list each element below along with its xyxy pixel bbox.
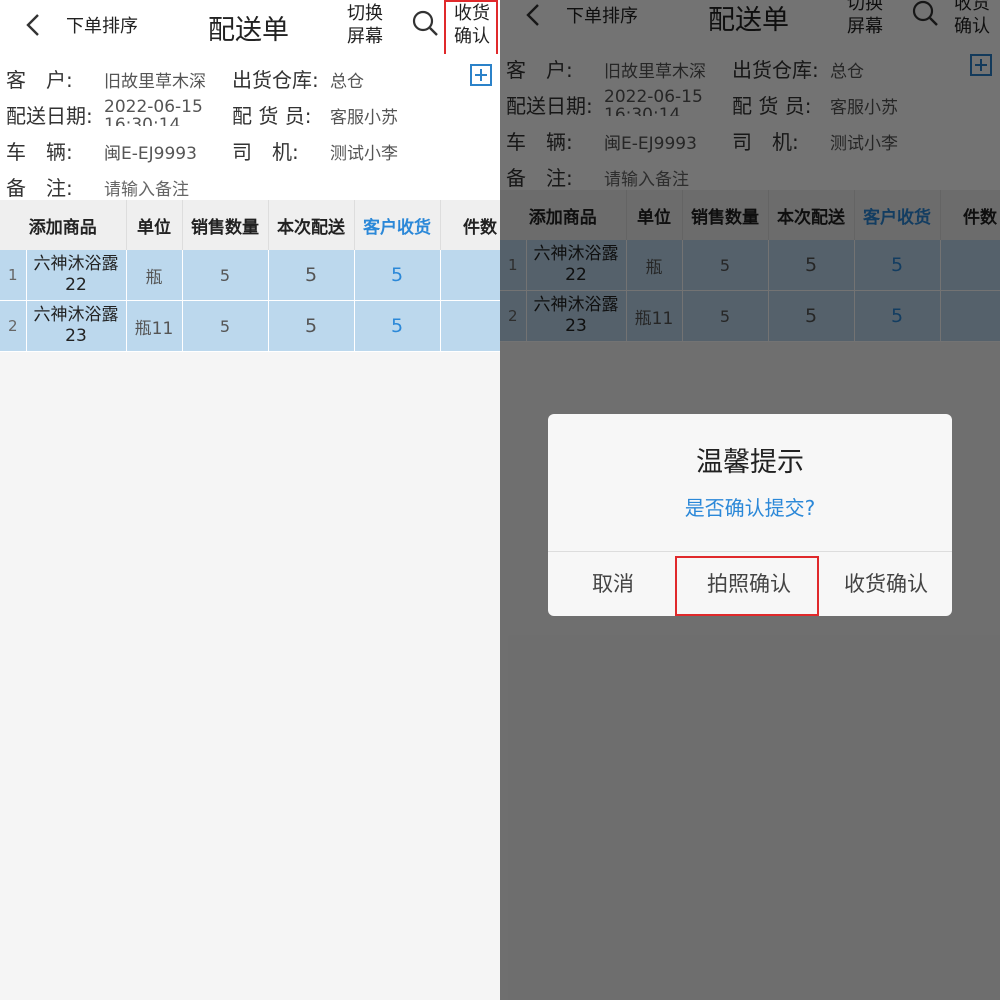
goods-name-line1: 六神沐浴露	[33, 254, 119, 274]
confirm-dialog: 温馨提示 是否确认提交? 取消 拍照确认 收货确认	[548, 414, 952, 616]
customer-value[interactable]: 旧故里草木深	[104, 67, 206, 92]
header-delivery-qty: 本次配送	[268, 200, 355, 250]
received-qty-cell[interactable]: 5	[354, 300, 441, 352]
switch-screen-button[interactable]: 切换 屏幕	[343, 2, 387, 48]
cancel-button[interactable]: 取消	[548, 552, 678, 616]
table-row[interactable]: 1 六神沐浴露22 瓶 5 5 5 5/	[0, 250, 500, 301]
screen-right: 下单排序 配送单 切换 屏幕 收货 确认 客 户: 旧故里草木深 出货仓库: 总…	[500, 0, 1000, 1000]
delivery-qty-cell[interactable]: 5	[268, 300, 355, 352]
goods-name: 六神沐浴露23	[26, 300, 127, 352]
header-add-goods[interactable]: 添加商品	[0, 200, 127, 250]
page-title: 配送单	[208, 15, 289, 46]
highlight-box-photo-confirm	[675, 556, 819, 616]
customer-label: 客 户:	[6, 68, 73, 92]
nav-bar: 下单排序 配送单 切换 屏幕 收货 确认	[0, 0, 500, 62]
switch-screen-line2: 屏幕	[347, 26, 383, 47]
vehicle-label: 车 辆:	[6, 140, 73, 164]
unit-cell: 瓶11	[126, 300, 183, 352]
row-index: 2	[0, 300, 27, 352]
table-header-row: 添加商品 单位 销售数量 本次配送 客户收货 件数	[0, 200, 500, 250]
pieces-cell: 5/	[440, 300, 500, 352]
warehouse-value[interactable]: 总仓	[330, 67, 364, 92]
received-qty-cell[interactable]: 5	[354, 250, 441, 301]
unit-cell: 瓶	[126, 250, 183, 301]
goods-name-line2: 22	[65, 275, 87, 295]
remark-input[interactable]: 请输入备注	[104, 175, 189, 200]
canvas: 下单排序 配送单 切换 屏幕 收货 确认 客 户: 旧故里草木深 出货仓库: 总…	[0, 0, 1000, 1000]
date-value[interactable]: 2022-06-15 16:30:14	[104, 98, 203, 126]
pieces-cell: 5/	[440, 250, 500, 301]
receive-confirm-dialog-button[interactable]: 收货确认	[820, 552, 952, 616]
date-label: 配送日期:	[6, 104, 93, 128]
date-value-line2: 16:30:14	[104, 115, 181, 126]
dialog-message: 是否确认提交?	[684, 496, 816, 520]
dialog-title: 温馨提示	[696, 447, 804, 478]
date-value-line1: 2022-06-15	[104, 98, 203, 117]
plus-icon[interactable]	[470, 64, 492, 86]
goods-name-line2: 23	[65, 326, 87, 346]
sort-order-button[interactable]: 下单排序	[66, 12, 138, 38]
dispatcher-value[interactable]: 客服小苏	[330, 103, 398, 128]
chevron-left-icon[interactable]	[20, 10, 46, 40]
row-index: 1	[0, 250, 27, 301]
dispatcher-label: 配 货 员:	[232, 104, 312, 128]
search-icon[interactable]	[410, 8, 440, 38]
switch-screen-line1: 切换	[347, 3, 383, 24]
delivery-sheet: 下单排序 配送单 切换 屏幕 收货 确认 客 户: 旧故里草木深 出货仓库: 总…	[0, 0, 500, 1000]
header-sales-qty: 销售数量	[182, 200, 269, 250]
header-received-qty: 客户收货	[354, 200, 441, 250]
order-info: 客 户: 旧故里草木深 出货仓库: 总仓 配送日期: 2022-06-15 16…	[0, 54, 500, 200]
screen-left: 下单排序 配送单 切换 屏幕 收货 确认 客 户: 旧故里草木深 出货仓库: 总…	[0, 0, 500, 1000]
driver-label: 司 机:	[232, 140, 299, 164]
delivery-qty-cell[interactable]: 5	[268, 250, 355, 301]
remark-label: 备 注:	[6, 176, 73, 200]
driver-value[interactable]: 测试小李	[330, 139, 398, 164]
goods-table: 添加商品 单位 销售数量 本次配送 客户收货 件数 1 六神沐浴露22 瓶 5	[0, 200, 500, 352]
vehicle-value[interactable]: 闽E-EJ9993	[104, 139, 197, 164]
sales-qty-cell: 5	[182, 250, 269, 301]
goods-name-line1: 六神沐浴露	[33, 305, 119, 325]
sales-qty-cell: 5	[182, 300, 269, 352]
header-unit: 单位	[126, 200, 183, 250]
goods-name: 六神沐浴露22	[26, 250, 127, 301]
highlight-box-confirm	[444, 0, 498, 62]
warehouse-label: 出货仓库:	[232, 68, 319, 92]
header-pieces: 件数	[440, 200, 500, 250]
table-row[interactable]: 2 六神沐浴露23 瓶11 5 5 5 5/	[0, 300, 500, 352]
